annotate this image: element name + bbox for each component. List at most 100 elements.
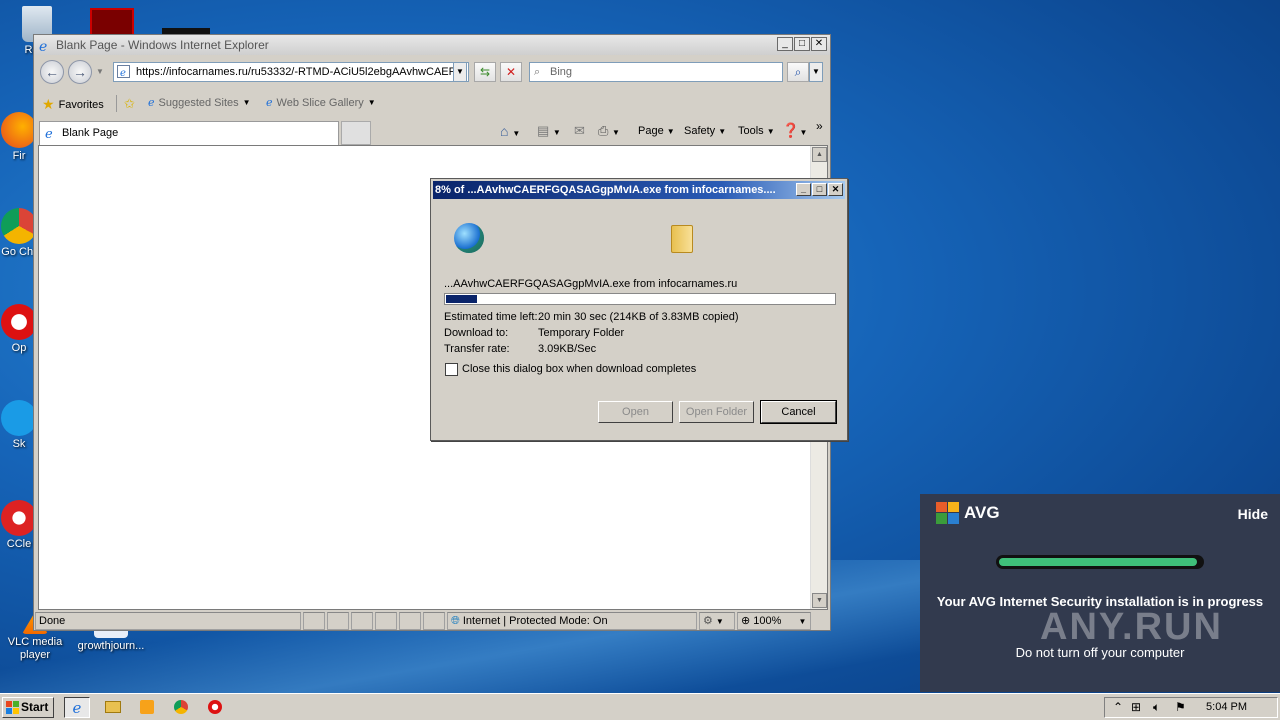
- favorites-bar: ★ Favorites ✩ e Suggested Sites ▼ e Web …: [34, 91, 830, 115]
- show-hidden-icons-icon[interactable]: ⌃: [1113, 700, 1123, 714]
- download-progress-bar: [444, 293, 836, 305]
- status-cell-4: [375, 612, 397, 630]
- tools-menu[interactable]: Tools ▼: [738, 125, 775, 137]
- skype-icon: [1, 400, 37, 436]
- download-to-value: Temporary Folder: [538, 327, 625, 339]
- print-button[interactable]: ⎙ ▼: [598, 123, 620, 139]
- maximize-button[interactable]: □: [812, 183, 827, 196]
- avg-logo: AVG: [936, 502, 1000, 524]
- ccleaner-icon: [1, 500, 37, 536]
- search-input[interactable]: ⌕ Bing: [529, 62, 783, 82]
- taskbar-media-button[interactable]: [134, 697, 160, 718]
- ie-logo-icon: e: [72, 699, 82, 717]
- close-button[interactable]: ✕: [828, 183, 843, 196]
- status-cell-2: [327, 612, 349, 630]
- firefox-icon: [1, 112, 37, 148]
- ie-address-row: ← → ▼ e https://infocarnames.ru/ru53332/…: [34, 57, 830, 87]
- start-button[interactable]: Start: [2, 697, 54, 718]
- suggested-sites-link[interactable]: e Suggested Sites ▼: [148, 96, 251, 109]
- zoom-icon: ⊕: [741, 615, 751, 627]
- taskbar-explorer-button[interactable]: [100, 697, 126, 718]
- new-tab-button[interactable]: [341, 121, 371, 145]
- chevron-down-icon: ▼: [367, 98, 376, 107]
- pdf-app-icon[interactable]: [90, 8, 134, 36]
- minimize-button[interactable]: _: [777, 37, 793, 51]
- address-dropdown-button[interactable]: ▼: [453, 62, 467, 82]
- home-button[interactable]: ⌂ ▼: [500, 123, 520, 139]
- ie-titlebar[interactable]: e Blank Page - Windows Internet Explorer…: [34, 35, 830, 55]
- tab-blank-page[interactable]: e Blank Page: [39, 121, 339, 145]
- open-button[interactable]: Open: [598, 401, 673, 423]
- opera-icon: [1, 304, 37, 340]
- media-player-icon: [140, 700, 154, 714]
- chrome-icon: [174, 700, 188, 714]
- favorites-button[interactable]: ★ Favorites: [42, 96, 104, 113]
- folder-icon: [671, 225, 693, 253]
- status-cell-3: [351, 612, 373, 630]
- taskbar-chrome-button[interactable]: [168, 697, 194, 718]
- add-favorites-icon[interactable]: ✩: [124, 96, 135, 112]
- avg-notification: AVG Hide Your AVG Internet Security inst…: [920, 494, 1280, 692]
- download-progress-fill: [446, 295, 477, 303]
- safety-menu[interactable]: Safety ▼: [684, 125, 726, 137]
- taskbar-opera-button[interactable]: [202, 697, 228, 718]
- clock[interactable]: 5:04 PM: [1206, 701, 1247, 713]
- chevron-more-icon[interactable]: »: [816, 119, 823, 133]
- web-slice-gallery-link[interactable]: e Web Slice Gallery ▼: [266, 96, 376, 109]
- transfer-rate-label: Transfer rate:: [444, 343, 510, 355]
- anyrun-watermark: ANY.RUN: [1040, 606, 1223, 648]
- close-on-complete-checkbox[interactable]: [445, 363, 458, 376]
- close-button[interactable]: ✕: [811, 37, 827, 51]
- compatibility-view-button[interactable]: ⇆: [474, 62, 496, 82]
- ie-page-icon: e: [148, 96, 155, 109]
- mail-icon[interactable]: ✉: [574, 123, 585, 139]
- search-icon: ⌕: [534, 66, 541, 78]
- avg-progress-fill: [999, 558, 1197, 566]
- minimize-button[interactable]: _: [796, 183, 811, 196]
- protected-mode-button[interactable]: ⚙︎ ▼: [699, 612, 735, 630]
- ie-logo-icon: e: [38, 38, 53, 59]
- ie-page-icon: e: [266, 96, 273, 109]
- zone-indicator[interactable]: 🌐︎ Internet | Protected Mode: On: [447, 612, 697, 630]
- download-dialog-title: 8% of ...AAvhwCAERFGQASAGgpMvIA.exe from…: [435, 184, 776, 196]
- status-cell-1: [303, 612, 325, 630]
- avg-logo-icon: [936, 502, 959, 524]
- system-tray: ⌃ ⊞ 🔈︎ ⚑ 5:04 PM: [1104, 697, 1278, 718]
- download-dialog: 8% of ...AAvhwCAERFGQASAGgpMvIA.exe from…: [430, 178, 848, 441]
- star-icon: ★: [42, 96, 55, 112]
- open-folder-button[interactable]: Open Folder: [679, 401, 754, 423]
- volume-icon[interactable]: 🔈︎: [1153, 700, 1160, 715]
- search-button[interactable]: ⌕: [787, 62, 809, 82]
- avg-progress-bar: [996, 555, 1204, 569]
- taskbar-ie-button[interactable]: e: [64, 697, 90, 718]
- page-icon: e: [117, 65, 130, 81]
- network-icon[interactable]: ⊞: [1131, 700, 1141, 714]
- svg-text:e: e: [120, 68, 126, 78]
- download-dialog-titlebar[interactable]: 8% of ...AAvhwCAERFGQASAGgpMvIA.exe from…: [433, 181, 845, 199]
- help-button[interactable]: ❓▼: [782, 122, 807, 139]
- page-menu[interactable]: Page ▼: [638, 125, 675, 137]
- close-on-complete-label[interactable]: Close this dialog box when download comp…: [462, 363, 696, 375]
- action-center-flag-icon[interactable]: ⚑: [1175, 700, 1186, 714]
- opera-icon: [208, 700, 222, 714]
- download-filename: ...AAvhwCAERFGQASAGgpMvIA.exe from infoc…: [444, 278, 738, 290]
- history-dropdown-icon[interactable]: ▼: [96, 67, 104, 76]
- estimated-time-value: 20 min 30 sec (214KB of 3.83MB copied): [538, 311, 739, 323]
- chrome-icon: [1, 208, 37, 244]
- status-cell-5: [399, 612, 421, 630]
- globe-icon: [454, 223, 484, 253]
- forward-button[interactable]: →: [68, 60, 92, 84]
- stop-button[interactable]: ✕: [500, 62, 522, 82]
- avg-hide-button[interactable]: Hide: [1238, 506, 1268, 522]
- search-options-dropdown[interactable]: ▼: [809, 62, 823, 82]
- zoom-button[interactable]: ⊕ 100% ▼: [737, 612, 811, 630]
- globe-icon: 🌐︎: [451, 615, 460, 627]
- scroll-down-arrow[interactable]: ▼: [812, 593, 827, 608]
- feeds-button[interactable]: ▤ ▼: [537, 123, 561, 139]
- scroll-up-arrow[interactable]: ▲: [812, 147, 827, 162]
- cancel-button[interactable]: Cancel: [760, 400, 837, 424]
- maximize-button[interactable]: □: [794, 37, 810, 51]
- address-bar[interactable]: e https://infocarnames.ru/ru53332/-RTMD-…: [113, 62, 469, 82]
- svg-text:e: e: [39, 39, 47, 53]
- back-button[interactable]: ←: [40, 60, 64, 84]
